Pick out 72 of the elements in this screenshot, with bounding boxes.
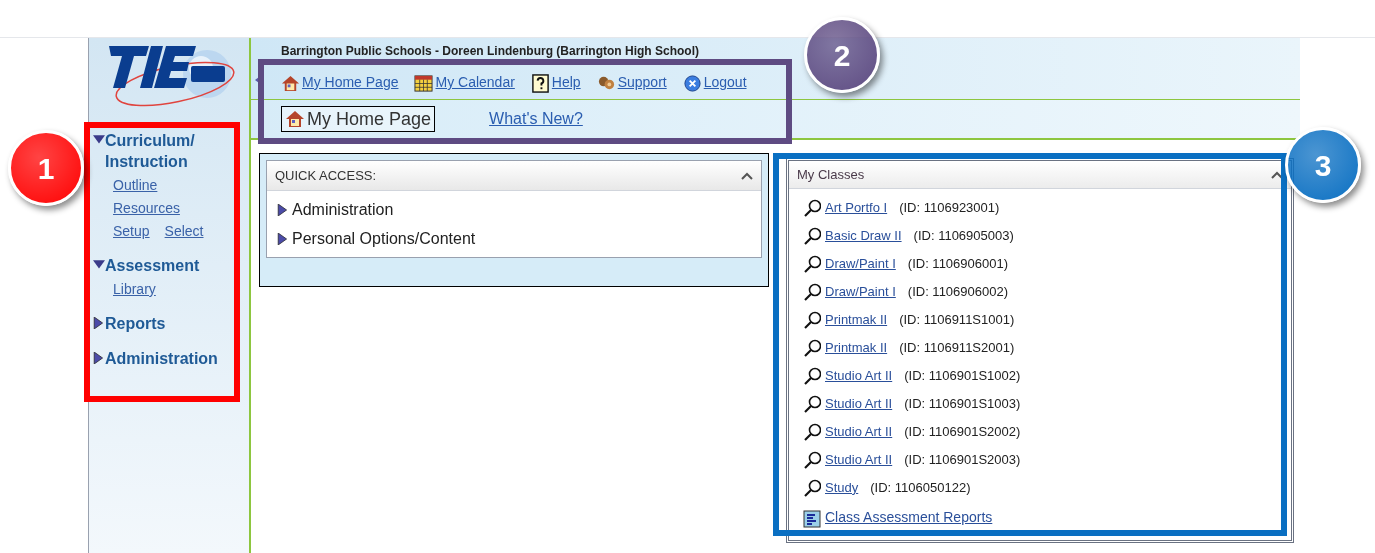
class-link[interactable]: Art Portfo I: [825, 197, 888, 217]
magnifier-icon[interactable]: [803, 423, 821, 441]
class-id: (ID: 1106901S1003): [904, 394, 1021, 413]
magnifier-icon[interactable]: [803, 311, 821, 329]
magnifier-icon[interactable]: [803, 339, 821, 357]
school-user-line: Barrington Public Schools - Doreen Lindenburg (Barrington High School): [281, 44, 699, 58]
nav-link[interactable]: Help: [551, 72, 581, 93]
house-icon: [285, 109, 305, 129]
house-icon[interactable]: [281, 74, 300, 93]
collapse-icon[interactable]: [1271, 170, 1283, 179]
section-heading[interactable]: Curriculum/ Instruction: [105, 130, 229, 172]
collapsed-triangle-icon[interactable]: [277, 203, 289, 216]
class-link[interactable]: Studio Art II: [825, 421, 893, 441]
collapse-icon[interactable]: [741, 171, 753, 180]
help-icon[interactable]: [530, 74, 550, 93]
collapsed-triangle-icon[interactable]: [93, 317, 105, 329]
menu-item[interactable]: Administration: [292, 197, 394, 222]
page-title: My Home Page: [281, 106, 436, 132]
collapsed-triangle-icon[interactable]: [93, 352, 105, 364]
whats-new-link[interactable]: What's New?: [489, 107, 583, 131]
class-link[interactable]: Study: [825, 477, 859, 497]
calendar-icon[interactable]: [414, 74, 434, 93]
class-id: (ID: 1106906001): [907, 254, 1009, 273]
magnifier-icon[interactable]: [803, 367, 821, 385]
panel-title: My Classes: [797, 165, 865, 184]
class-id: (ID: 1106901S2003): [904, 450, 1021, 469]
magnifier-icon[interactable]: [803, 479, 821, 497]
class-link[interactable]: Basic Draw II: [825, 225, 902, 245]
section-heading[interactable]: Reports: [105, 313, 229, 334]
class-id: (ID: 1106923001): [899, 198, 1000, 217]
magnifier-icon[interactable]: [803, 451, 821, 469]
magnifier-icon[interactable]: [803, 255, 821, 273]
menu-item[interactable]: Personal Options/Content: [292, 226, 476, 251]
sidebar-link[interactable]: Resources: [113, 198, 180, 218]
section-heading[interactable]: Assessment: [105, 255, 229, 276]
class-link[interactable]: Studio Art II: [825, 449, 893, 469]
sidebar-link[interactable]: Outline: [113, 175, 158, 195]
sidebar-link[interactable]: Library: [113, 279, 156, 299]
class-id: (ID: 1106911S1001): [899, 310, 1015, 329]
class-id: (ID: 1106905003): [913, 226, 1014, 245]
class-id: (ID: 1106911S2001): [899, 338, 1015, 357]
reports-link[interactable]: Class Assessment Reports: [825, 507, 993, 528]
callout-number: 1: [8, 130, 84, 206]
class-id: (ID: 1106901S1002): [904, 366, 1021, 385]
magnifier-icon[interactable]: [803, 199, 821, 217]
class-link[interactable]: Printmak II: [825, 309, 888, 329]
magnifier-icon[interactable]: [803, 283, 821, 301]
sidebar-link[interactable]: Setup: [113, 221, 150, 241]
magnifier-icon[interactable]: [803, 227, 821, 245]
callout-number: 3: [1285, 127, 1361, 203]
expanded-triangle-icon[interactable]: [93, 259, 105, 271]
class-id: (ID: 1106050122): [870, 478, 971, 497]
class-link[interactable]: Studio Art II: [825, 393, 893, 413]
report-icon[interactable]: [803, 510, 821, 528]
class-link[interactable]: Draw/Paint I: [825, 281, 896, 301]
expanded-triangle-icon[interactable]: [93, 134, 105, 146]
logout-icon[interactable]: [682, 74, 702, 93]
nav-link[interactable]: My Calendar: [435, 72, 515, 93]
class-id: (ID: 1106901S2002): [904, 422, 1021, 441]
section-heading[interactable]: Administration: [105, 348, 229, 369]
magnifier-icon[interactable]: [803, 395, 821, 413]
collapsed-triangle-icon[interactable]: [277, 232, 289, 245]
class-link[interactable]: Draw/Paint I: [825, 253, 896, 273]
nav-link[interactable]: My Home Page: [302, 72, 399, 93]
sidebar-link[interactable]: Select: [164, 221, 204, 241]
class-link[interactable]: Studio Art II: [825, 365, 893, 385]
nav-link[interactable]: Logout: [703, 72, 747, 93]
nav-link[interactable]: Support: [617, 72, 667, 93]
panel-title: QUICK ACCESS:: [275, 166, 377, 185]
callout-number: 2: [804, 17, 880, 93]
class-id: (ID: 1106906002): [907, 282, 1009, 301]
class-link[interactable]: Printmak II: [825, 337, 888, 357]
